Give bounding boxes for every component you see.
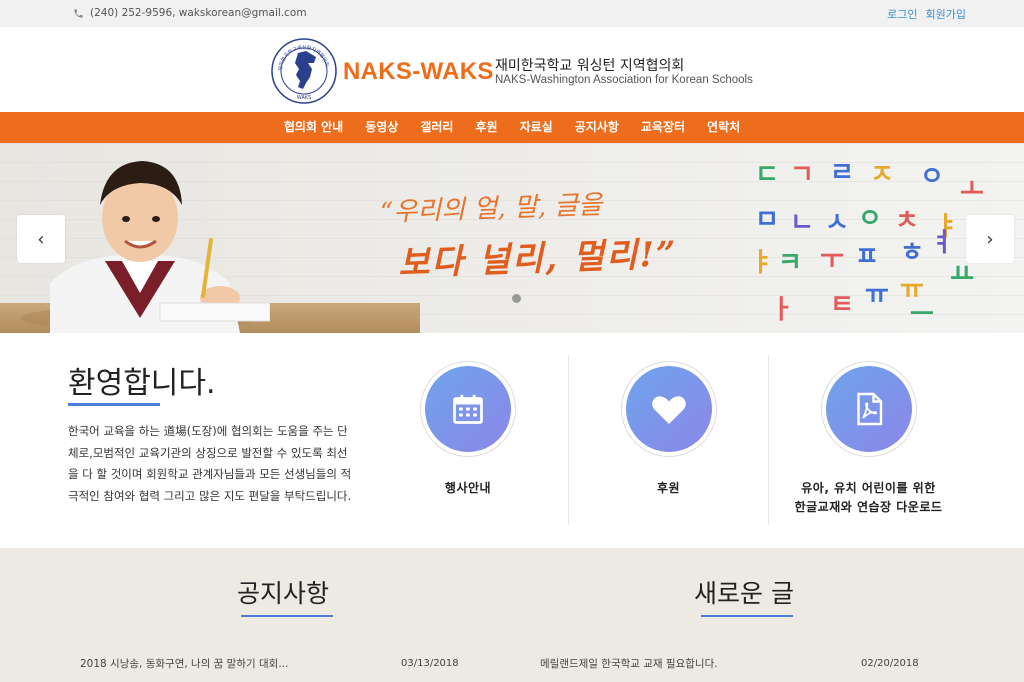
nav-item-market[interactable]: 교육장터 <box>630 112 696 143</box>
notices-underline <box>241 615 333 617</box>
top-bar: (240) 252-9596, wakskorean@gmail.com 로그인… <box>0 0 1024 27</box>
nav-item-notices[interactable]: 공지사항 <box>564 112 630 143</box>
feature-download-label: 유아, 유치 어린이를 위한 한글교재와 연습장 다운로드 <box>769 479 968 517</box>
nav-item-about[interactable]: 협의회 안내 <box>273 112 354 143</box>
nav-item-videos[interactable]: 동영상 <box>354 112 409 143</box>
signup-link[interactable]: 회원가입 <box>926 6 966 22</box>
main-nav: 협의회 안내 동영상 갤러리 후원 자료실 공지사항 교육장터 연락처 <box>0 112 1024 143</box>
pdf-icon <box>856 392 882 426</box>
svg-text:ㅜ: ㅜ <box>820 245 844 275</box>
feature-events[interactable]: 행사안내 <box>368 355 568 525</box>
nav-item-sponsor[interactable]: 후원 <box>464 112 508 143</box>
feature-sponsor-label: 후원 <box>656 481 681 495</box>
brand-name[interactable]: NAKS-WAKS <box>343 58 494 86</box>
svg-text:ㅑ: ㅑ <box>750 248 774 278</box>
svg-text:ㅕ: ㅕ <box>930 228 954 258</box>
svg-text:ㅁ: ㅁ <box>755 205 779 235</box>
notice-item[interactable]: 2018 시낭송, 동화구연, 나의 꿈 말하기 대회... <box>80 656 288 671</box>
org-name-english: NAKS-Washington Association for Korean S… <box>495 74 753 86</box>
slider-prev-button[interactable]: ‹ <box>17 215 65 263</box>
calendar-icon <box>453 394 483 424</box>
feature-download[interactable]: 유아, 유치 어린이를 위한 한글교재와 연습장 다운로드 <box>768 355 968 525</box>
slider-dot[interactable] <box>512 294 521 303</box>
svg-text:ㅎ: ㅎ <box>900 238 924 268</box>
svg-text:ㄹ: ㄹ <box>830 158 854 188</box>
svg-text:ㄴ: ㄴ <box>790 208 814 238</box>
feature-download-label-line1: 유아, 유치 어린이를 위한 <box>801 481 936 495</box>
svg-text:ㅇ: ㅇ <box>858 204 882 234</box>
posts-section: 공지사항 2018 시낭송, 동화구연, 나의 꿈 말하기 대회... 03/1… <box>0 548 1024 682</box>
svg-text:ㄱ: ㄱ <box>790 160 814 190</box>
contact-text: (240) 252-9596, wakskorean@gmail.com <box>90 7 307 19</box>
feature-icon-circle <box>625 366 712 452</box>
svg-text:ㅍ: ㅍ <box>855 242 879 272</box>
svg-text:ㅌ: ㅌ <box>830 290 854 320</box>
feature-icon-ring <box>620 361 717 457</box>
auth-links: 로그인 회원가입 <box>887 6 966 22</box>
welcome-text: 한국어 교육을 하는 道場(도장)에 협의회는 도움을 주는 단체로,모범적인 … <box>68 424 352 503</box>
seal-bottom-text: WAKS <box>297 95 312 101</box>
contact-info: (240) 252-9596, wakskorean@gmail.com <box>73 7 307 19</box>
nav-item-resources[interactable]: 자료실 <box>509 112 564 143</box>
notices-title: 공지사항 <box>237 579 330 608</box>
svg-text:ㅛ: ㅛ <box>950 260 974 290</box>
svg-text:ㅋ: ㅋ <box>778 248 802 278</box>
site-header: 재미한국학교워싱턴지역협의회 WAKS NAKS-WAKS 재미한국학교 워싱턴… <box>0 27 1024 112</box>
svg-text:ㅊ: ㅊ <box>895 206 919 236</box>
nav-item-gallery[interactable]: 갤러리 <box>409 112 464 143</box>
slider-next-button[interactable]: › <box>966 215 1014 263</box>
feature-download-label-line2: 한글교재와 연습장 다운로드 <box>794 500 943 514</box>
svg-text:ㅈ: ㅈ <box>870 160 894 190</box>
welcome-underline <box>68 403 160 406</box>
hero-slogan-line2: 보다 널리, 멀리!” <box>397 234 679 284</box>
feature-icon-ring <box>820 361 917 457</box>
login-link[interactable]: 로그인 <box>887 6 917 22</box>
nav-item-contact[interactable]: 연락처 <box>696 112 751 143</box>
chevron-right-icon: › <box>986 228 994 250</box>
svg-text:ㅅ: ㅅ <box>825 208 849 238</box>
new-posts-title: 새로운 글 <box>694 579 794 608</box>
svg-text:ㅇ: ㅇ <box>920 162 944 192</box>
svg-text:ㅏ: ㅏ <box>770 295 794 325</box>
heart-icon <box>651 396 686 424</box>
chevron-left-icon: ‹ <box>37 228 45 250</box>
feature-sponsor[interactable]: 후원 <box>568 355 768 525</box>
feature-links: 행사안내 후원 유아, 유치 어린이를 위한 한글교재와 연습장 다운로드 <box>368 355 968 543</box>
notice-date: 03/13/2018 <box>401 658 459 669</box>
svg-text:ㄷ: ㄷ <box>755 160 779 190</box>
svg-text:ㅠ: ㅠ <box>865 280 889 310</box>
new-post-date: 02/20/2018 <box>861 658 919 669</box>
phone-icon <box>74 8 83 18</box>
feature-icon-circle <box>425 366 511 452</box>
welcome-title: 환영합니다. <box>68 366 216 401</box>
hero-slogan-line1: “우리의 얼, 말, 글을 <box>379 190 603 228</box>
new-posts-underline <box>701 615 793 617</box>
hero-slider: “우리의 얼, 말, 글을 보다 널리, 멀리!” ㄷ ㄱ ㄹ ㅈ ㅇ ㅗ ㅁ … <box>0 143 1024 333</box>
svg-text:ㅡ: ㅡ <box>910 300 934 328</box>
svg-text:ㅗ: ㅗ <box>960 175 984 205</box>
organization-seal-logo[interactable]: 재미한국학교워싱턴지역협의회 WAKS <box>270 37 338 105</box>
org-name-korean: 재미한국학교 워싱턴 지역협의회 <box>495 58 685 74</box>
feature-icon-circle <box>825 366 912 452</box>
feature-icon-ring <box>420 361 516 457</box>
feature-events-label: 행사안내 <box>444 481 492 495</box>
new-post-item[interactable]: 메릴랜드제일 한국학교 교재 필요합니다. <box>540 656 718 671</box>
hangul-letters-illustration: ㄷ ㄱ ㄹ ㅈ ㅇ ㅗ ㅁ ㄴ ㅅ ㅇ ㅊ ㅑ ㅑ ㅋ ㅜ ㅍ ㅎ ㅕ ㅛ ㅏ … <box>750 158 984 328</box>
